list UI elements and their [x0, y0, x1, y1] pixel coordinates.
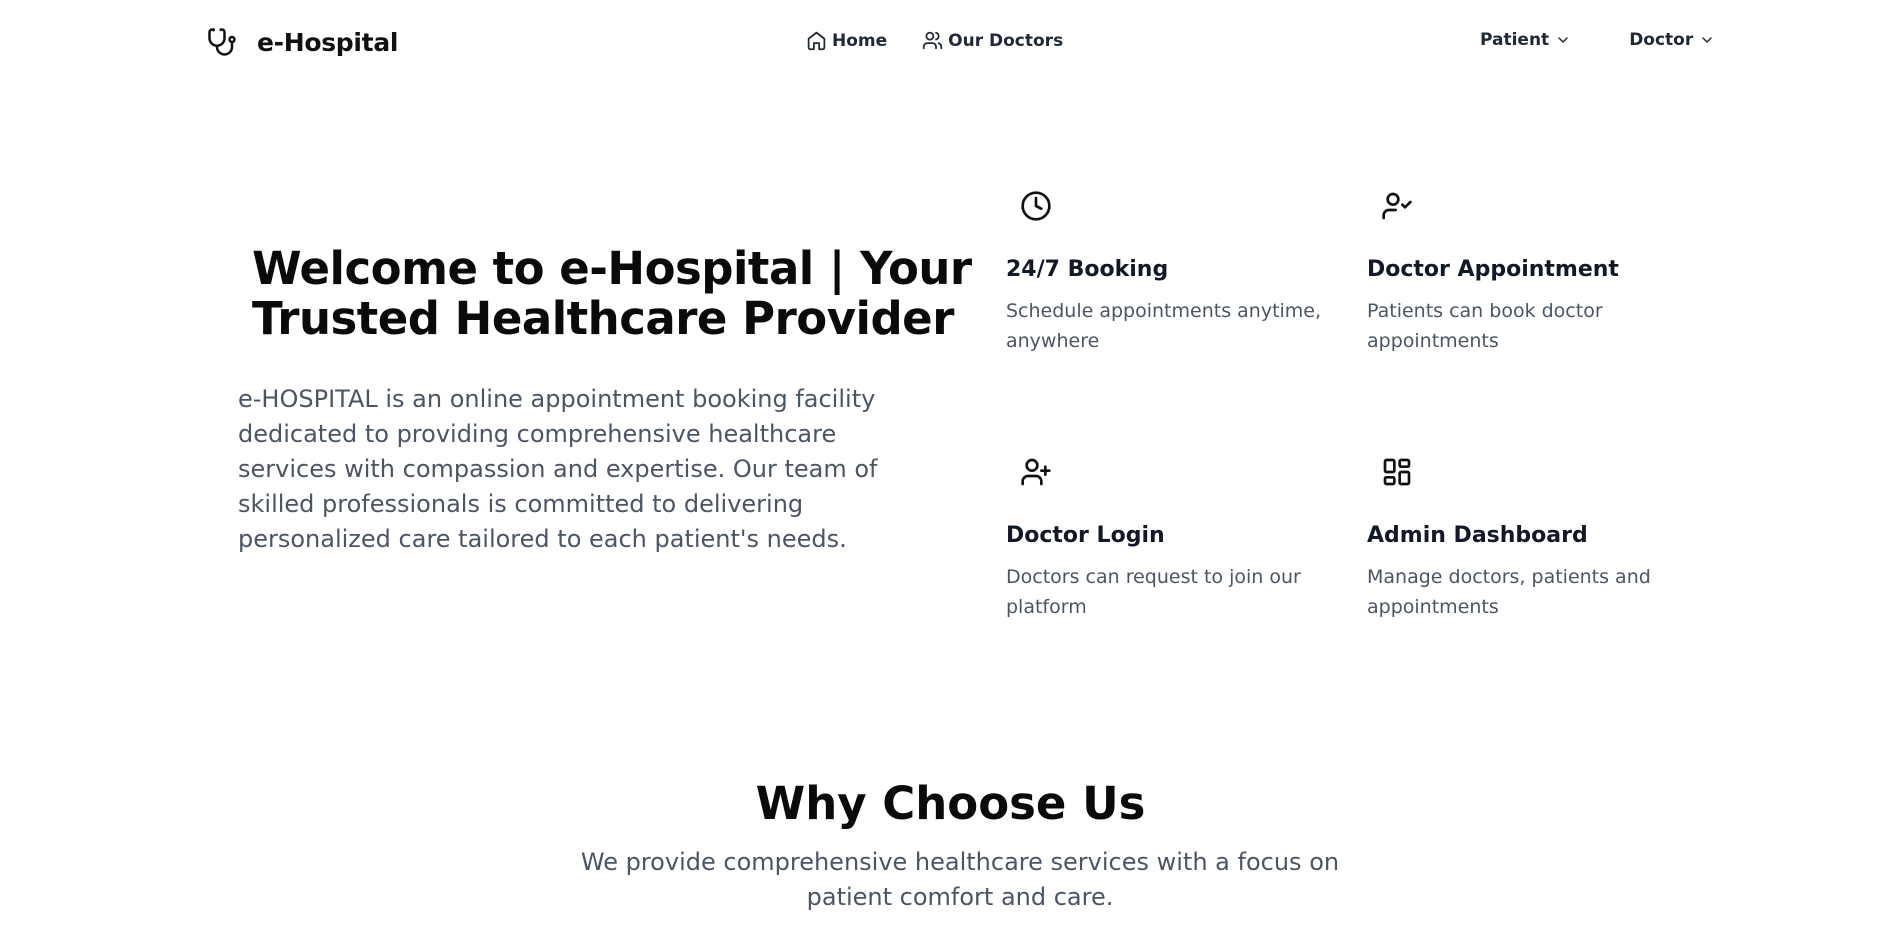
clock-icon	[1021, 191, 1051, 221]
feature-card-doctor-appointment: Doctor Appointment Patients can book doc…	[1367, 190, 1687, 356]
user-check-icon	[1382, 192, 1412, 220]
patient-dropdown-label: Patient	[1480, 30, 1550, 50]
main-nav: Home Our Doctors	[806, 30, 1098, 51]
why-choose-us-subtitle: We provide comprehensive healthcare serv…	[580, 848, 1340, 911]
feature-description: Schedule appointments anytime, anywhere	[1006, 300, 1322, 352]
account-menus: Patient Doctor	[1480, 30, 1773, 50]
feature-title: 24/7 Booking	[1006, 257, 1169, 282]
patient-dropdown[interactable]: Patient	[1480, 30, 1571, 50]
chevron-down-icon	[1558, 37, 1568, 43]
nav-our-doctors-link[interactable]: Our Doctors	[922, 30, 1063, 51]
site-header: e-Hospital Home Our Doctors Patient Doct…	[0, 0, 1901, 82]
nav-home-label: Home	[832, 30, 888, 51]
dashboard-icon	[1383, 458, 1411, 486]
nav-our-doctors-label: Our Doctors	[948, 30, 1064, 51]
doctor-dropdown-label: Doctor	[1629, 30, 1694, 50]
feature-title: Doctor Appointment	[1367, 257, 1619, 282]
hero-title: Welcome to e-Hospital | Your Trusted Hea…	[252, 242, 972, 345]
feature-card-admin-dashboard: Admin Dashboard Manage doctors, patients…	[1367, 456, 1687, 622]
feature-card-doctor-login: Doctor Login Doctors can request to join…	[1006, 456, 1326, 622]
user-plus-icon	[1021, 458, 1051, 486]
feature-title: Doctor Login	[1006, 523, 1165, 548]
brand-logo-link[interactable]: e-Hospital	[207, 24, 398, 60]
chevron-down-icon	[1702, 37, 1712, 43]
users-icon	[923, 31, 943, 50]
doctor-dropdown[interactable]: Doctor	[1629, 30, 1715, 50]
feature-description: Patients can book doctor appointments	[1367, 300, 1603, 352]
why-choose-us-title: Why Choose Us	[755, 777, 1146, 830]
home-icon	[807, 31, 826, 51]
feature-title: Admin Dashboard	[1367, 523, 1588, 548]
feature-description: Manage doctors, patients and appointment…	[1367, 566, 1651, 618]
stethoscope-icon	[208, 28, 236, 56]
nav-home-link[interactable]: Home	[806, 30, 887, 51]
hero-description: e-HOSPITAL is an online appointment book…	[238, 385, 878, 553]
feature-card-booking: 24/7 Booking Schedule appointments anyti…	[1006, 190, 1326, 356]
feature-description: Doctors can request to join our platform	[1006, 566, 1301, 618]
brand-name: e-Hospital	[257, 27, 399, 57]
